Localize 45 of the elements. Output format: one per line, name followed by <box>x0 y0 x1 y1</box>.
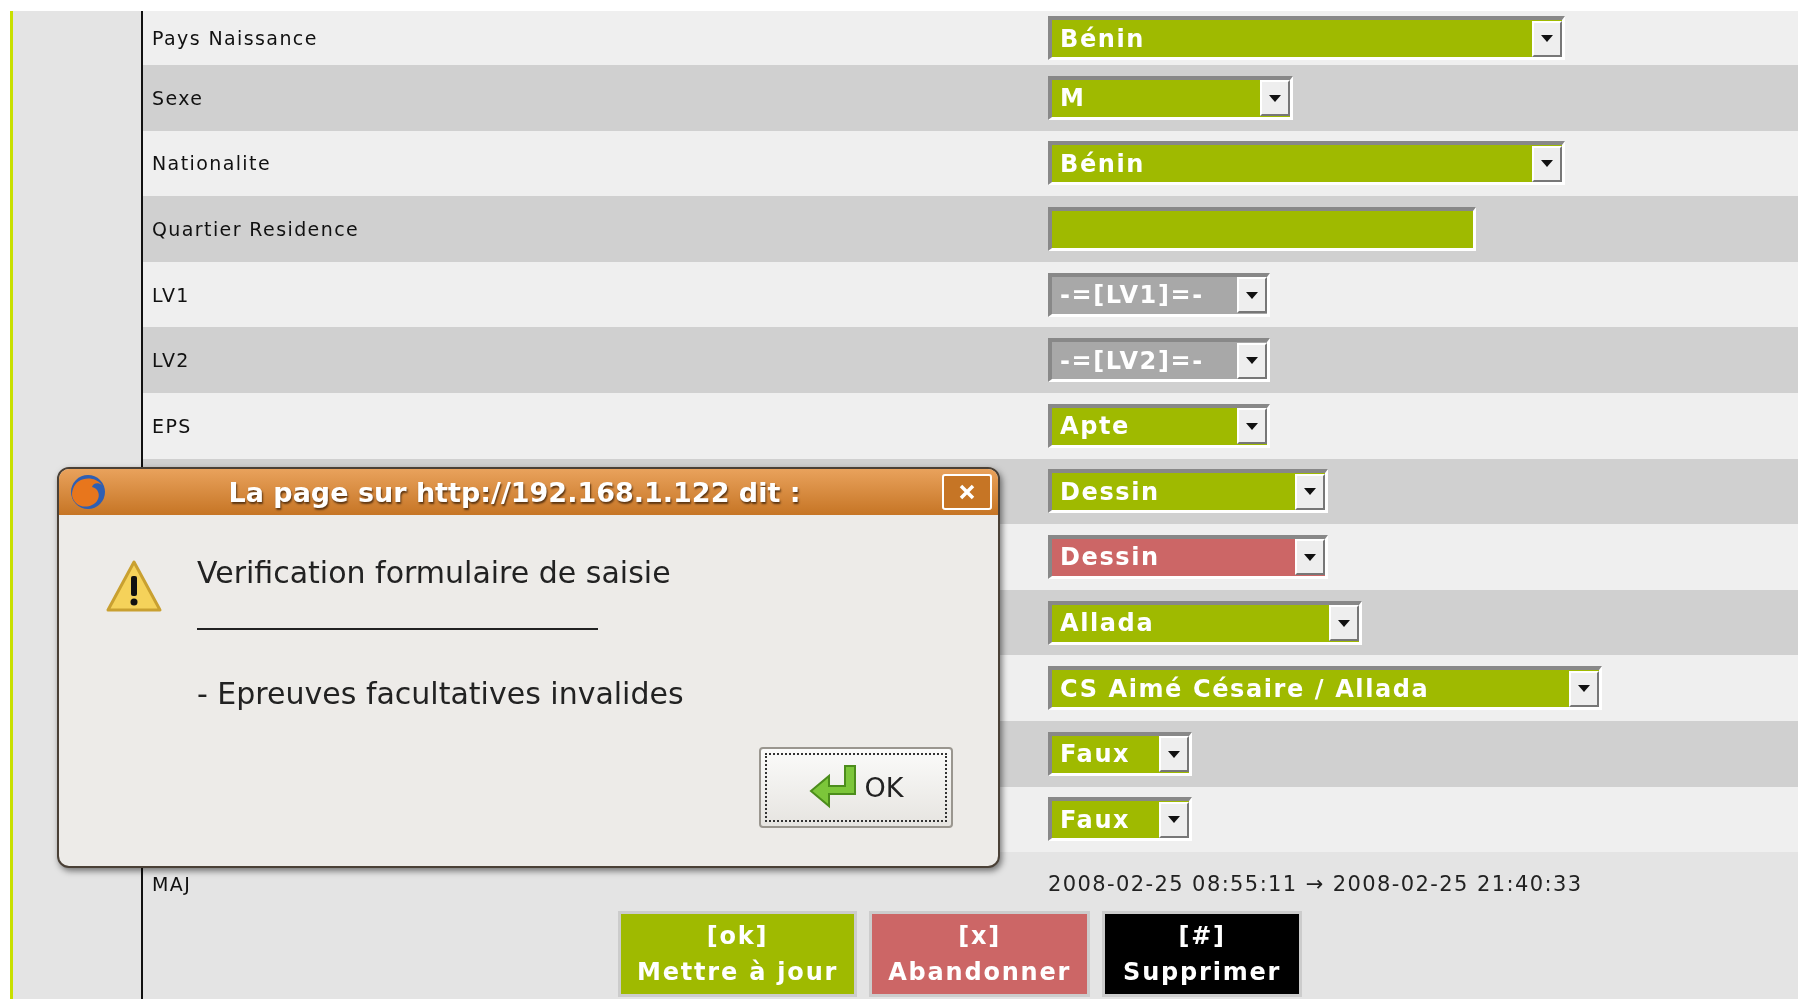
dropdown[interactable]: Bénin <box>1048 141 1565 186</box>
field-label: Quartier Residence <box>152 218 360 240</box>
dropdown[interactable]: -=[LV2]=- <box>1048 338 1270 383</box>
action-button[interactable]: [ok] Mettre à jour <box>618 911 858 998</box>
dropdown[interactable]: Allada <box>1048 600 1362 645</box>
caret-icon <box>1540 34 1554 43</box>
caret-icon <box>1303 487 1317 497</box>
field-label: MAJ <box>152 873 192 896</box>
close-button[interactable] <box>942 474 992 510</box>
action-button[interactable]: [#] Supprimer <box>1102 911 1303 998</box>
caret-icon <box>1245 290 1259 300</box>
caret-icon <box>1303 552 1317 562</box>
dropdown[interactable]: -=[LV1]=- <box>1048 272 1270 317</box>
dropdown[interactable]: M <box>1048 75 1293 120</box>
caret-icon <box>1245 356 1259 366</box>
dropdown[interactable]: Faux <box>1048 797 1192 842</box>
dropdown[interactable]: CS Aimé Césaire / Allada <box>1048 666 1602 711</box>
dropdown[interactable]: Dessin <box>1048 469 1328 514</box>
field-label: Nationalite <box>152 152 271 175</box>
caret-icon <box>1337 618 1351 628</box>
close-icon <box>958 483 976 501</box>
caret-icon <box>1245 421 1259 431</box>
dropdown[interactable]: Apte <box>1048 403 1270 448</box>
caret-icon <box>1577 684 1591 694</box>
field-label: Sexe <box>152 86 204 109</box>
dialog-detail: - Epreuves facultatives invalides <box>197 676 684 711</box>
dropdown[interactable]: Faux <box>1048 731 1192 776</box>
input-field[interactable] <box>1048 207 1476 251</box>
dropdown[interactable]: Bénin <box>1048 16 1565 60</box>
caret-icon <box>1540 159 1554 169</box>
field-label: EPS <box>152 414 192 437</box>
field-label: LV2 <box>152 349 190 372</box>
field-label: Pays Naissance <box>152 27 318 49</box>
dropdown[interactable]: Dessin <box>1048 534 1328 579</box>
globe-icon <box>69 473 107 511</box>
ok-button[interactable]: OK <box>759 747 953 828</box>
field-label: LV1 <box>152 283 190 306</box>
dialog-message: Verification formulaire de saisie <box>197 555 672 590</box>
timestamp-text: 2008-02-25 08:55:11 → 2008-02-25 21:40:33 <box>1048 872 1583 897</box>
dialog-title: La page sur http://192.168.1.122 dit : <box>227 476 802 508</box>
caret-icon <box>1167 749 1181 759</box>
warning-icon <box>105 559 163 615</box>
action-button[interactable]: [x] Abandonner <box>869 911 1091 998</box>
caret-icon <box>1268 93 1282 103</box>
caret-icon <box>1167 815 1181 825</box>
